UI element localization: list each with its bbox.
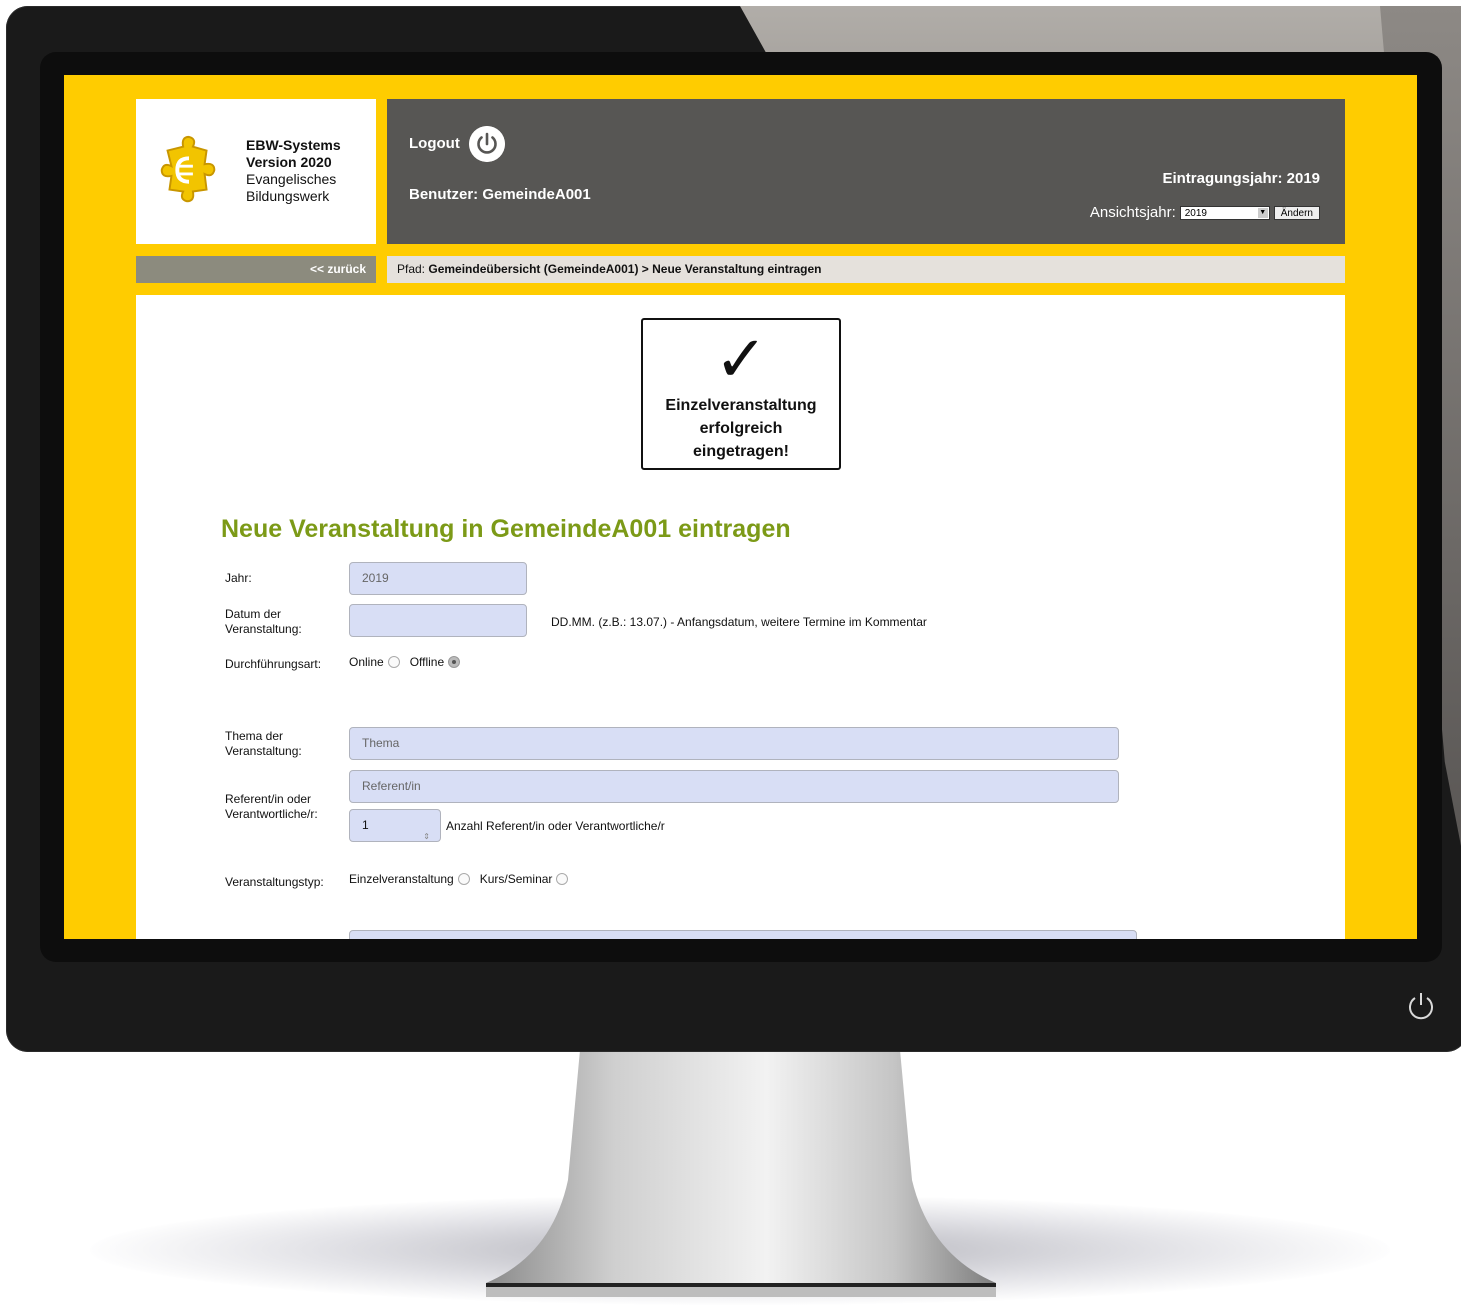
referent-field[interactable]: Referent/in — [349, 770, 1119, 803]
art-online-radio[interactable] — [387, 656, 400, 668]
logo-line-4: Bildungswerk — [246, 188, 330, 204]
chevron-down-icon: ▼ — [1257, 207, 1268, 218]
jahr-label: Jahr: — [225, 571, 252, 585]
logo-line-2: Version 2020 — [246, 154, 332, 170]
jahr-field[interactable]: 2019 — [349, 562, 527, 595]
entry-year: Eintragungsjahr: 2019 — [1162, 170, 1320, 187]
success-line-2: erfolgreich — [699, 420, 783, 437]
view-year-row: Ansichtsjahr: 2019 ▼ Ändern — [1090, 204, 1320, 221]
jahr-value: 2019 — [362, 571, 389, 585]
puzzle-logo-icon — [160, 135, 216, 203]
thema-label-line-1: Thema der — [225, 729, 284, 743]
thema-placeholder: Thema — [362, 736, 400, 750]
view-year-select[interactable]: 2019 ▼ — [1179, 205, 1270, 220]
logo-line-3: Evangelisches — [246, 171, 337, 187]
logo-line-1: EBW-Systems — [246, 137, 341, 153]
thema-field[interactable]: Thema — [349, 727, 1119, 760]
art-offline-label: Offline — [409, 655, 445, 669]
typ-einzel-radio[interactable] — [457, 873, 470, 885]
thema-label: Thema der Veranstaltung: — [225, 729, 302, 759]
datum-field[interactable] — [349, 604, 527, 637]
typ-label: Veranstaltungstyp: — [225, 875, 324, 889]
referent-label-line-1: Referent/in oder — [225, 792, 312, 806]
typ-kurs-label: Kurs/Seminar — [479, 872, 553, 886]
success-line-3: eingetragen! — [692, 443, 789, 460]
logo-text: EBW-Systems Version 2020 Evangelisches B… — [246, 137, 341, 205]
referent-label: Referent/in oder Verantwortliche/r: — [225, 792, 318, 822]
stepper-arrows-icon[interactable]: ⇕ — [423, 821, 430, 852]
art-radio-group: Online Offline — [349, 655, 470, 669]
change-year-button[interactable]: Ändern — [1273, 205, 1320, 220]
success-line-1: Einzelveranstaltung — [665, 397, 817, 414]
typ-radio-group: Einzelveranstaltung Kurs/Seminar — [349, 872, 578, 886]
breadcrumb-path[interactable]: Gemeindeübersicht (GemeindeA001) > Neue … — [428, 262, 821, 276]
logo-box: EBW-Systems Version 2020 Evangelisches B… — [136, 99, 376, 244]
logout-link[interactable]: Logout — [409, 135, 460, 152]
datum-label-line-2: Veranstaltung: — [225, 622, 302, 636]
datum-hint: DD.MM. (z.B.: 13.07.) - Anfangsdatum, we… — [551, 615, 927, 629]
app-screen: EBW-Systems Version 2020 Evangelisches B… — [64, 75, 1417, 939]
current-user: Benutzer: GemeindeA001 — [409, 186, 591, 203]
view-year-value: 2019 — [1184, 207, 1207, 219]
breadcrumb: Pfad: Gemeindeübersicht (GemeindeA001) >… — [387, 256, 1345, 283]
datum-label-line-1: Datum der — [225, 607, 282, 621]
header-bar: Logout Benutzer: GemeindeA001 Eintragung… — [387, 99, 1345, 244]
art-offline-radio[interactable] — [448, 656, 461, 668]
breadcrumb-prefix: Pfad: — [397, 262, 426, 276]
referent-label-line-2: Verantwortliche/r: — [225, 807, 318, 821]
back-link[interactable]: << zurück — [136, 256, 376, 283]
main-content: ✓ Einzelveranstaltung erfolgreich einget… — [136, 295, 1345, 939]
monitor-power-icon[interactable] — [1405, 990, 1437, 1022]
art-label: Durchführungsart: — [225, 657, 322, 671]
referent-placeholder: Referent/in — [362, 779, 421, 793]
thema-label-line-2: Veranstaltung: — [225, 744, 302, 758]
datum-label: Datum der Veranstaltung: — [225, 607, 302, 637]
art-online-label: Online — [349, 655, 384, 669]
kommentar-field[interactable] — [349, 930, 1137, 939]
typ-kurs-radio[interactable] — [556, 873, 569, 885]
anzahl-stepper[interactable]: 1 ⇕ — [349, 809, 441, 842]
typ-einzel-label: Einzelveranstaltung — [349, 872, 454, 886]
anzahl-value: 1 — [362, 818, 369, 832]
anzahl-hint: Anzahl Referent/in oder Verantwortliche/… — [446, 819, 665, 833]
success-message: ✓ Einzelveranstaltung erfolgreich einget… — [641, 318, 841, 470]
view-year-label: Ansichtsjahr: — [1089, 204, 1176, 221]
form-title: Neue Veranstaltung in GemeindeA001 eintr… — [221, 515, 791, 543]
checkmark-icon: ✓ — [714, 323, 768, 395]
power-icon[interactable] — [469, 126, 505, 162]
